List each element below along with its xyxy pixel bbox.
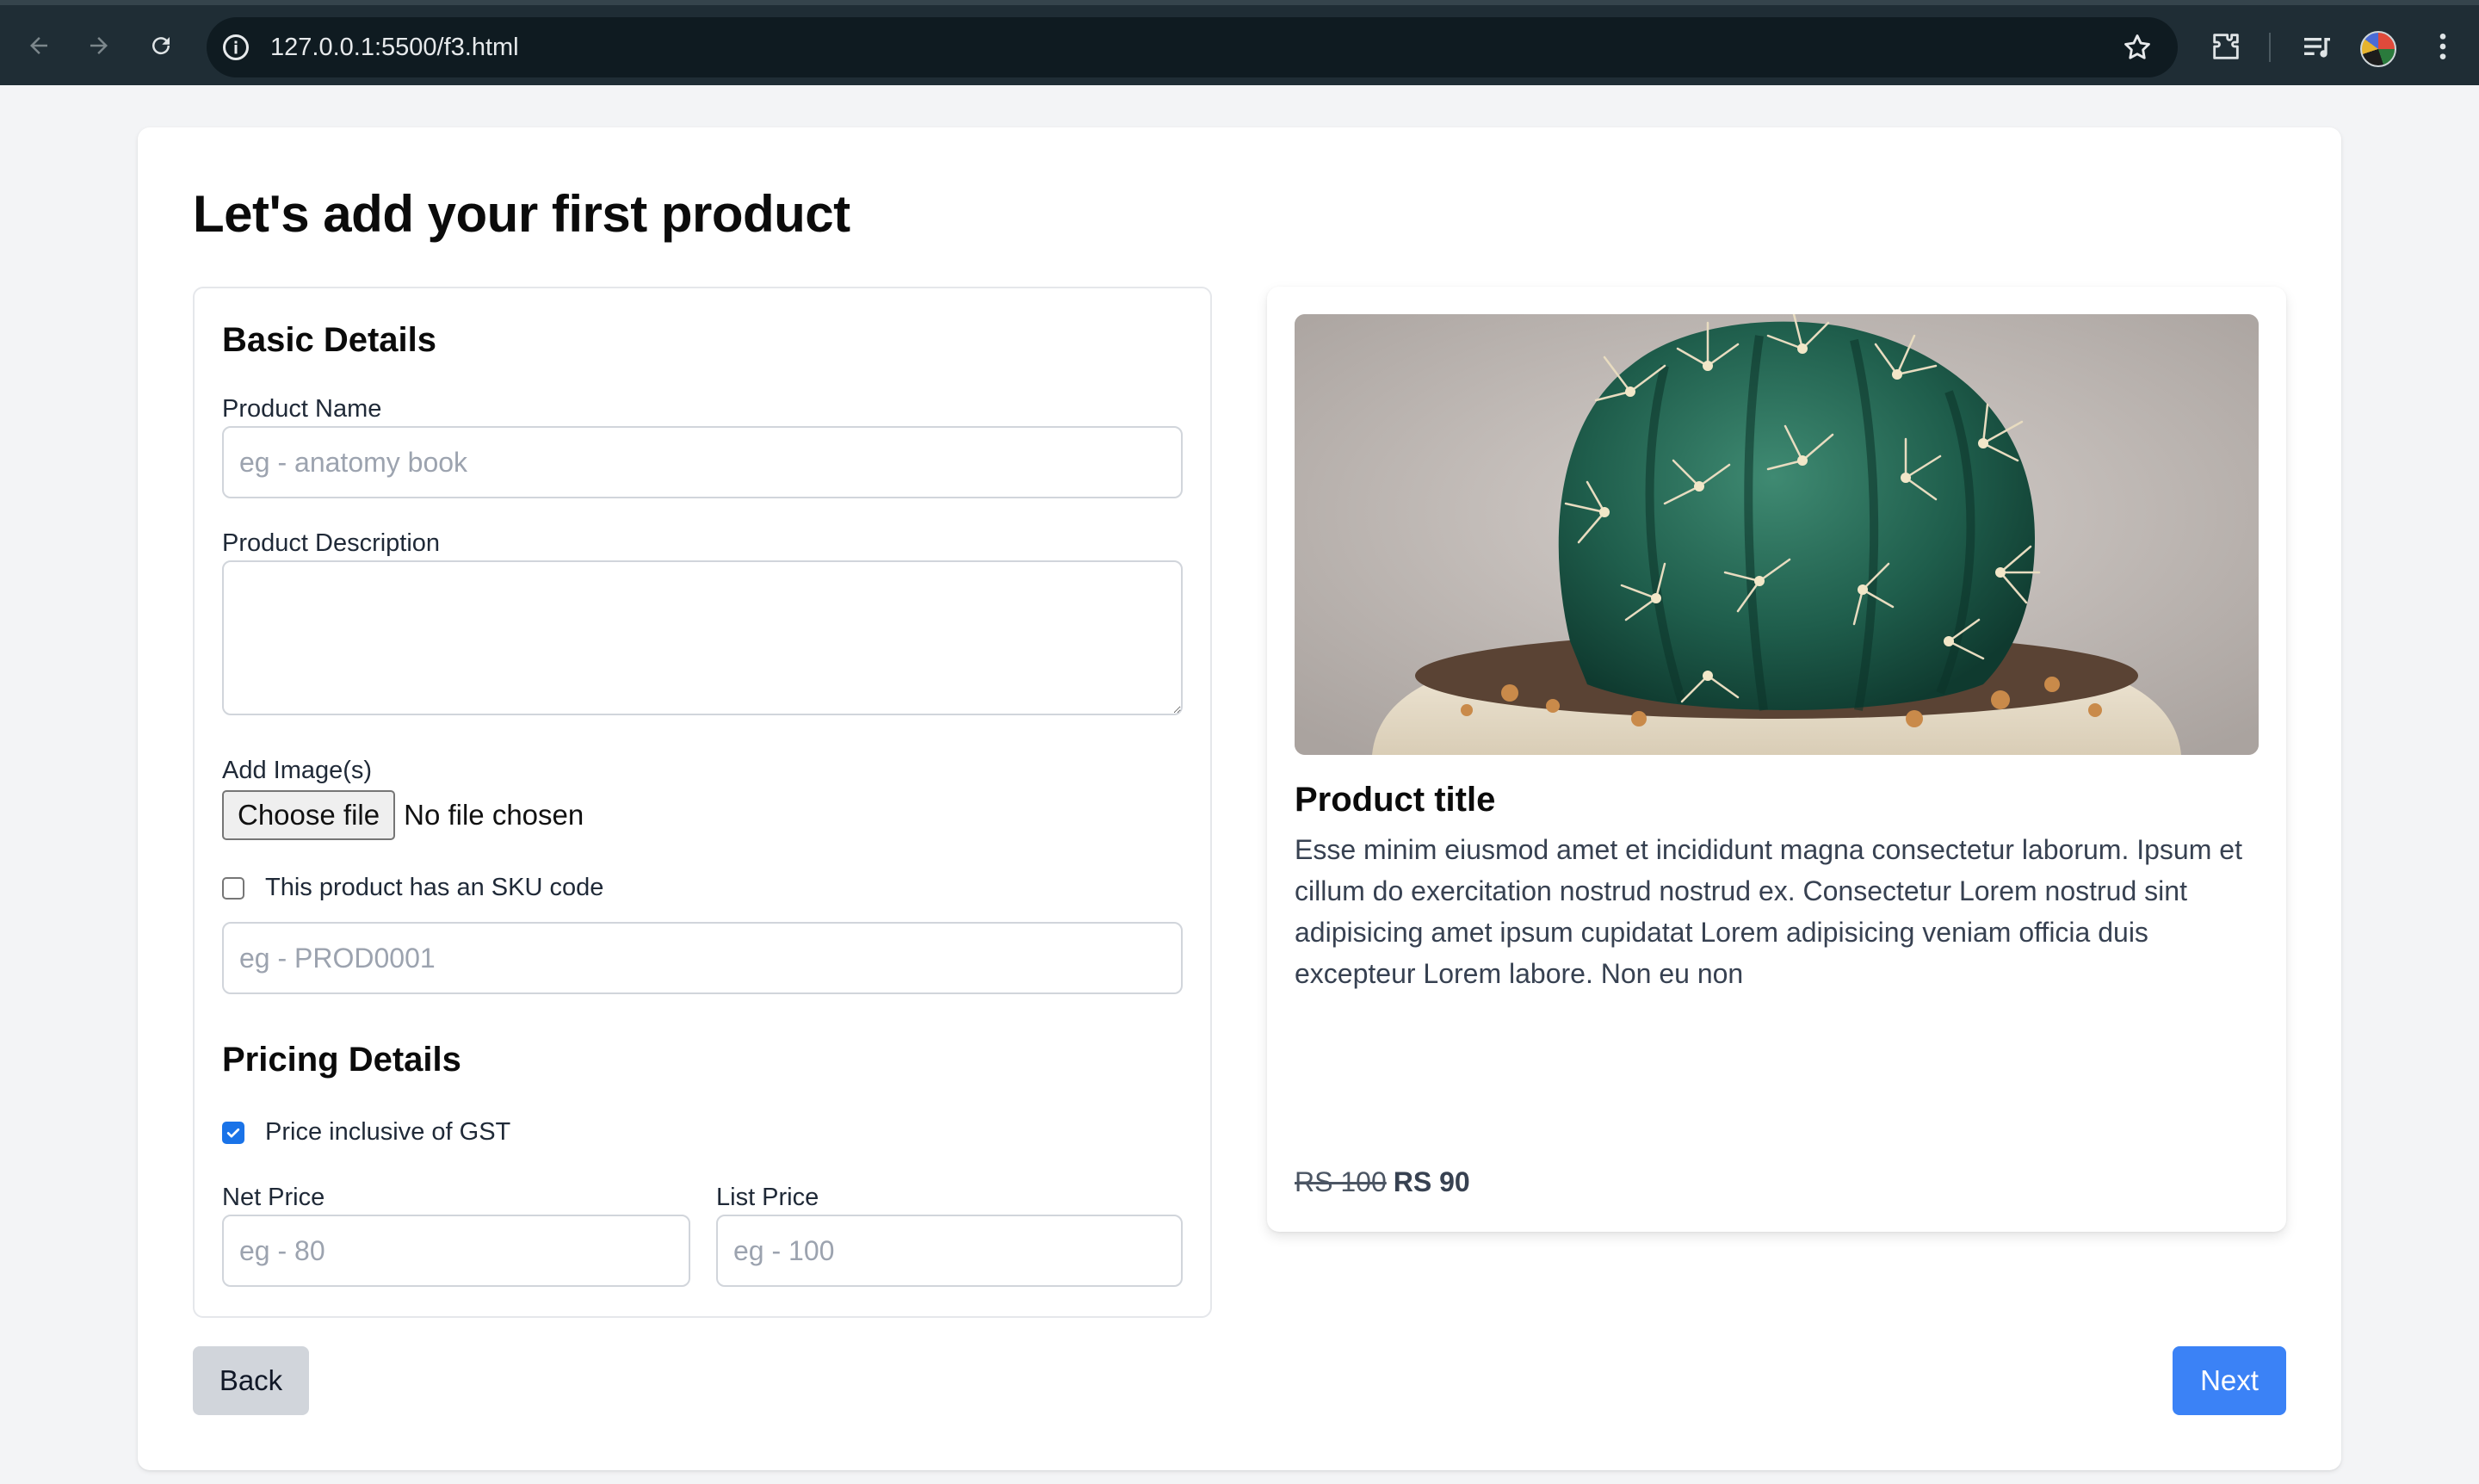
url-text[interactable]: 127.0.0.1:5500/f3.html <box>270 17 519 77</box>
pricing-details-heading: Pricing Details <box>222 1041 461 1079</box>
sku-checkbox[interactable] <box>222 876 244 900</box>
net-price-label: Net Price <box>222 1184 325 1211</box>
file-status-text: No file chosen <box>404 799 584 831</box>
gst-checkbox-row[interactable]: Price inclusive of GST <box>222 1118 510 1147</box>
gst-checkbox[interactable] <box>222 1121 244 1144</box>
list-price-input[interactable] <box>716 1215 1183 1287</box>
add-images-label: Add Image(s) <box>222 757 373 784</box>
preview-description: Esse minim eiusmod amet et incididunt ma… <box>1295 834 2242 989</box>
product-image <box>1295 314 2259 755</box>
image-file-input[interactable]: Choose file No file chosen <box>222 789 584 841</box>
product-name-label: Product Name <box>222 395 382 423</box>
product-name-input[interactable] <box>222 426 1183 498</box>
preview-title: Product title <box>1295 781 1496 819</box>
sku-checkbox-label[interactable]: This product has an SKU code <box>265 874 603 902</box>
original-price: RS 100 <box>1295 1166 1387 1197</box>
forward-arrow-icon[interactable] <box>81 28 117 64</box>
product-setup-card: Let's add your first product Basic Detai… <box>138 127 2341 1470</box>
page-title: Let's add your first product <box>193 185 850 243</box>
sku-code-input[interactable] <box>222 922 1183 994</box>
toolbar-divider <box>2269 33 2271 62</box>
more-menu-icon[interactable] <box>2426 29 2460 64</box>
product-form: Basic Details Product Name Product Descr… <box>193 287 1212 1318</box>
product-description-textarea[interactable] <box>222 560 1183 715</box>
product-preview-card: Product title Esse minim eiusmod amet et… <box>1267 287 2286 1232</box>
next-button[interactable]: Next <box>2173 1346 2286 1415</box>
list-price-label: List Price <box>716 1184 819 1211</box>
profile-avatar[interactable] <box>2360 31 2396 67</box>
gst-checkbox-label[interactable]: Price inclusive of GST <box>265 1118 510 1147</box>
site-info-icon[interactable] <box>220 32 251 63</box>
media-controls-icon[interactable] <box>2300 29 2334 64</box>
cactus-illustration <box>1295 314 2259 755</box>
sku-checkbox-row[interactable]: This product has an SKU code <box>222 874 603 902</box>
reload-icon[interactable] <box>143 28 179 64</box>
preview-price: RS 100 RS 90 <box>1295 1166 1470 1198</box>
extensions-icon[interactable] <box>2209 29 2243 64</box>
net-price-input[interactable] <box>222 1215 690 1287</box>
basic-details-heading: Basic Details <box>222 321 437 359</box>
back-arrow-icon[interactable] <box>21 28 57 64</box>
product-description-label: Product Description <box>222 529 441 557</box>
bookmark-star-icon[interactable] <box>2121 31 2154 64</box>
browser-toolbar: 127.0.0.1:5500/f3.html <box>0 0 2479 85</box>
back-button[interactable]: Back <box>193 1346 309 1415</box>
checkmark-icon <box>226 1128 240 1137</box>
discounted-price: RS 90 <box>1393 1166 1470 1197</box>
choose-file-button[interactable]: Choose file <box>222 790 396 840</box>
address-bar[interactable]: 127.0.0.1:5500/f3.html <box>207 17 2178 77</box>
